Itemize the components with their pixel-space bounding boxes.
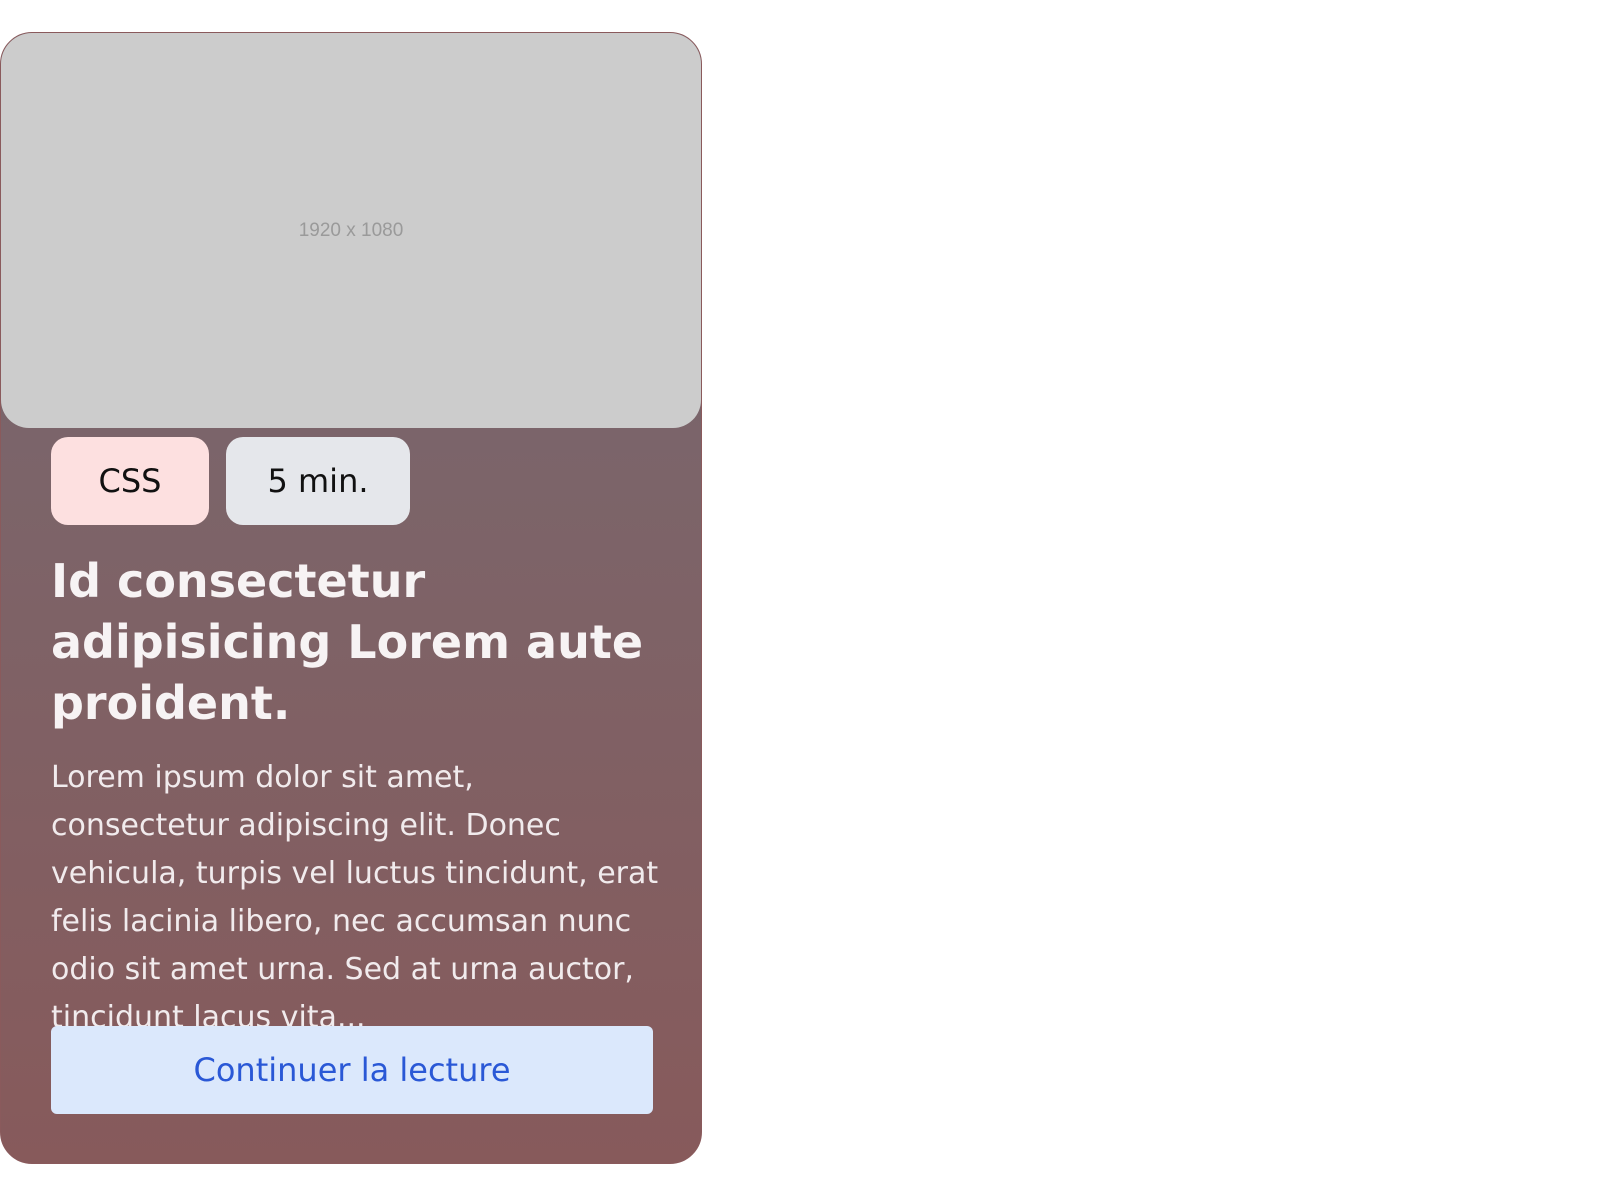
image-dimensions-label: 1920 x 1080 (298, 219, 404, 241)
article-excerpt: Lorem ipsum dolor sit amet, consectetur … (51, 760, 659, 1035)
article-title: Id consectetur adipisicing Lorem aute pr… (51, 554, 644, 730)
topic-tag: CSS (51, 437, 209, 525)
card-image-placeholder: 1920 x 1080 (1, 33, 701, 428)
reading-time-tag: 5 min. (226, 437, 410, 525)
article-card: 1920 x 1080 CSS 5 min. Id consectetur ad… (0, 32, 702, 1164)
continue-reading-button[interactable]: Continuer la lecture (51, 1026, 653, 1114)
tag-list: CSS 5 min. (51, 437, 410, 525)
